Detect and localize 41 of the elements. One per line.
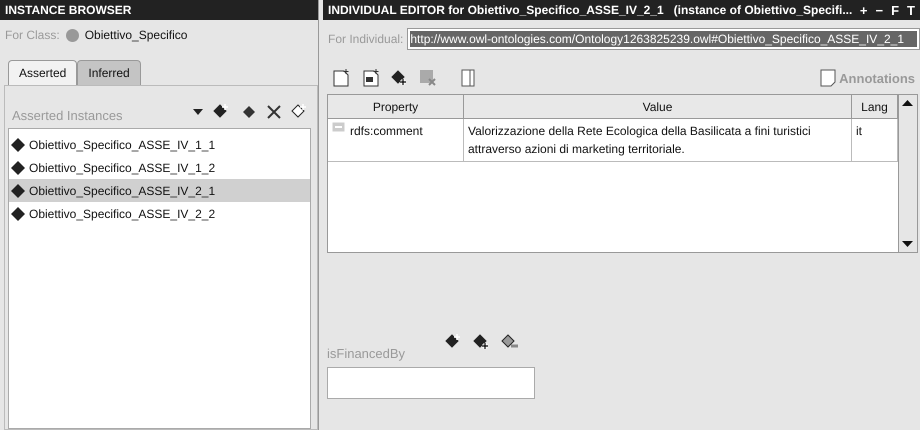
- new-page-icon[interactable]: [331, 68, 351, 88]
- uri-field[interactable]: http://www.owl-ontologies.com/Ontology1263825239.owl#Obiettivo_Specifico_ASSE_IV_2_1: [407, 28, 920, 50]
- header-button[interactable]: F: [891, 2, 900, 18]
- diamond-icon: [11, 184, 25, 198]
- delete-icon[interactable]: [267, 105, 281, 119]
- diamond-icon: [11, 206, 25, 220]
- instance-item[interactable]: Obiettivo_Specifico_ASSE_IV_1_2: [9, 156, 310, 179]
- diamond-icon: [11, 160, 25, 174]
- diamond-icon[interactable]: [241, 104, 257, 120]
- class-label: For Class:: [5, 28, 60, 42]
- note-icon: [820, 69, 836, 87]
- property-icon: [332, 122, 345, 132]
- tab[interactable]: Inferred: [77, 60, 141, 85]
- header-button[interactable]: T: [907, 2, 915, 18]
- property-name: rdfs:comment: [350, 123, 423, 140]
- dropdown-icon[interactable]: [193, 109, 203, 115]
- tab[interactable]: Asserted: [8, 60, 78, 85]
- columns-icon[interactable]: [461, 69, 475, 87]
- column-header[interactable]: Lang: [852, 95, 898, 119]
- column-header[interactable]: Value: [464, 95, 852, 119]
- panel-title: INDIVIDUAL EDITOR for Obiettivo_Specifico_ASSE_IV_2_1 (instance of Obiettivo_Specifi...: [328, 3, 852, 17]
- slot-field[interactable]: [327, 367, 535, 399]
- slot-label: isFinancedBy: [327, 346, 406, 361]
- column-header[interactable]: Property: [328, 95, 464, 119]
- panel-title: INSTANCE BROWSER: [0, 0, 318, 20]
- header-button[interactable]: −: [876, 2, 884, 18]
- individual-label: For Individual:: [328, 32, 404, 46]
- instance-item[interactable]: Obiettivo_Specifico_ASSE_IV_2_1: [9, 179, 310, 202]
- list-title: Asserted Instances: [12, 108, 123, 122]
- add-value-icon[interactable]: [391, 69, 409, 87]
- header-button[interactable]: +: [860, 2, 868, 18]
- instance-item[interactable]: Obiettivo_Specifico_ASSE_IV_1_1: [9, 133, 310, 156]
- diamond-icon: [11, 138, 25, 152]
- class-name: Obiettivo_Specifico: [84, 28, 188, 42]
- instance-item[interactable]: Obiettivo_Specifico_ASSE_IV_2_2: [9, 202, 310, 225]
- delete-value-icon[interactable]: [419, 69, 437, 87]
- class-icon: [66, 28, 79, 42]
- new-document-icon[interactable]: [361, 68, 381, 88]
- scrollbar[interactable]: [898, 95, 917, 252]
- value-text: Valorizzazione della Rete Ecologica della Basilicata a fini turistici attraverso azioni di marketing territoriale.: [468, 123, 812, 158]
- lang-text: it: [856, 123, 862, 140]
